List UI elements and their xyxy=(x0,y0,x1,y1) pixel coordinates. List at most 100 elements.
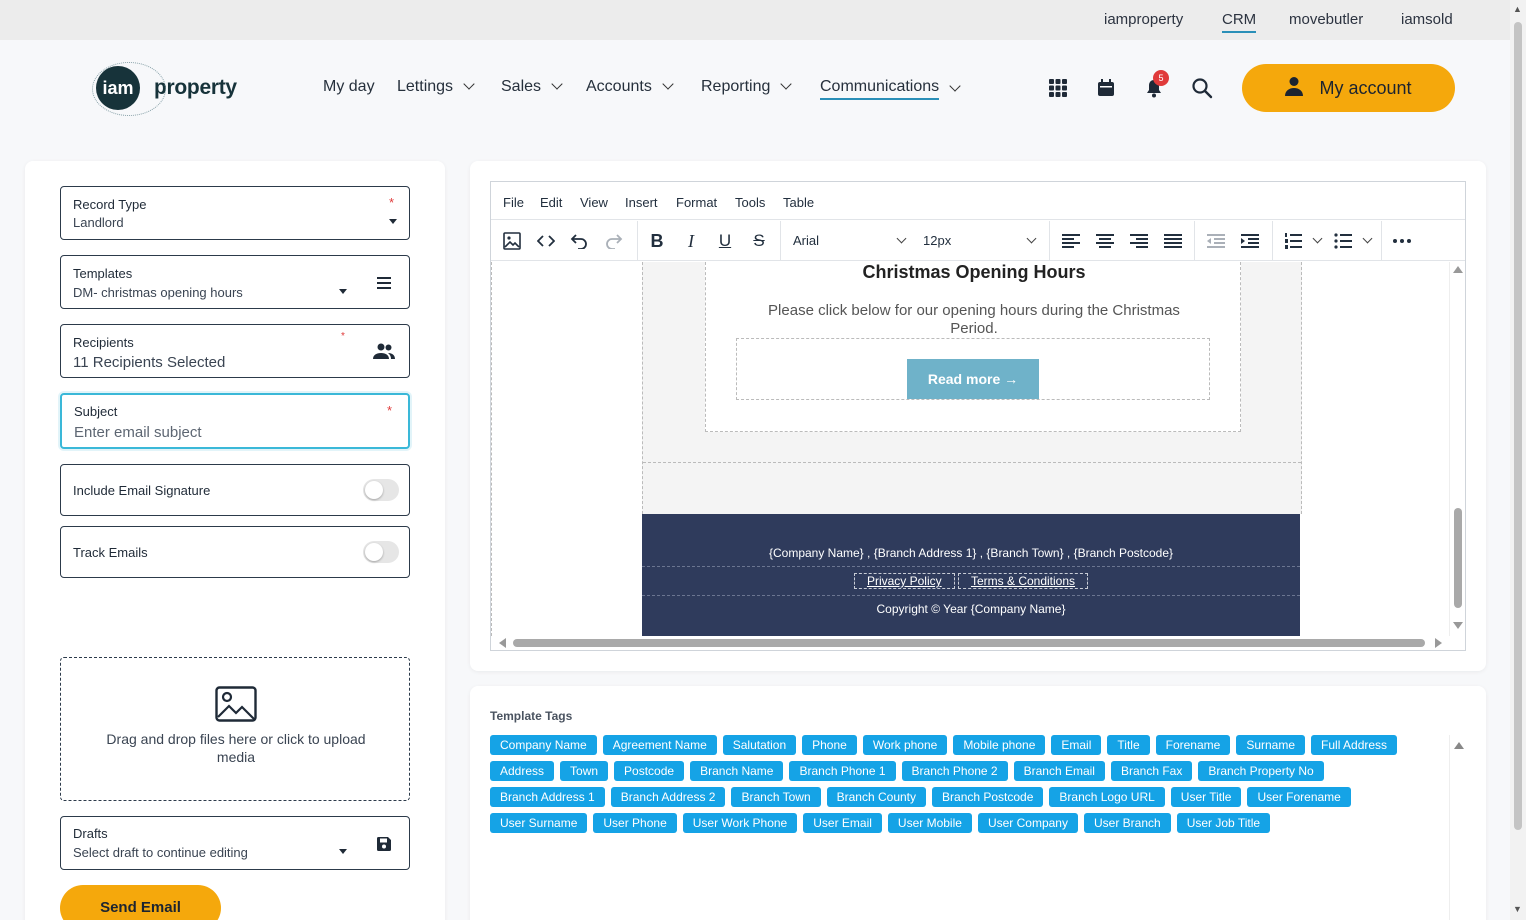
bullet-list-icon[interactable] xyxy=(1331,229,1355,253)
menu-format[interactable]: Format xyxy=(676,195,717,210)
template-tag[interactable]: Branch Address 1 xyxy=(490,787,605,807)
template-tag[interactable]: Branch County xyxy=(826,787,927,807)
template-tag[interactable]: User Branch xyxy=(1083,813,1171,833)
italic-icon[interactable]: I xyxy=(679,229,703,253)
menu-insert[interactable]: Insert xyxy=(625,195,658,210)
templates-select[interactable]: Templates DM- christmas opening hours xyxy=(60,255,410,309)
template-tag[interactable]: User Title xyxy=(1170,787,1242,807)
link-crm[interactable]: CRM xyxy=(1222,11,1257,33)
strikethrough-icon[interactable]: S xyxy=(747,229,771,253)
template-tag[interactable]: Branch Phone 1 xyxy=(789,761,896,781)
align-left-icon[interactable] xyxy=(1059,229,1083,253)
include-signature-toggle[interactable] xyxy=(363,479,399,501)
apps-grid-icon[interactable] xyxy=(1046,76,1070,100)
bold-icon[interactable]: B xyxy=(645,229,669,253)
nav-my-day[interactable]: My day xyxy=(323,78,375,96)
menu-edit[interactable]: Edit xyxy=(540,195,562,210)
template-tag[interactable]: Company Name xyxy=(490,735,597,755)
scroll-left-icon[interactable] xyxy=(499,638,506,648)
align-justify-icon[interactable] xyxy=(1161,229,1185,253)
underline-icon[interactable]: U xyxy=(713,229,737,253)
send-email-button[interactable]: Send Email xyxy=(60,885,221,920)
font-family-select[interactable]: Arial xyxy=(793,233,819,248)
template-tag[interactable]: Branch Property No xyxy=(1198,761,1324,781)
template-tag[interactable]: User Work Phone xyxy=(682,813,798,833)
template-tag[interactable]: User Company xyxy=(977,813,1078,833)
template-tag[interactable]: Branch Logo URL xyxy=(1049,787,1165,807)
nav-sales[interactable]: Sales xyxy=(501,78,563,96)
tags-scrollbar[interactable] xyxy=(1449,735,1450,920)
template-tag[interactable]: User Forename xyxy=(1247,787,1351,807)
people-icon[interactable] xyxy=(373,343,395,364)
numbered-list-icon[interactable] xyxy=(1281,229,1305,253)
menu-file[interactable]: File xyxy=(503,195,524,210)
scroll-up-icon[interactable]: ▲ xyxy=(1513,4,1522,14)
save-icon[interactable] xyxy=(377,837,391,856)
template-tag[interactable]: Email xyxy=(1051,735,1102,755)
scrollbar-thumb[interactable] xyxy=(1514,22,1522,830)
editor-horizontal-scrollbar[interactable] xyxy=(491,636,1449,650)
menu-view[interactable]: View xyxy=(580,195,608,210)
source-code-icon[interactable] xyxy=(534,229,558,253)
template-tag[interactable]: Work phone xyxy=(862,735,948,755)
scroll-down-icon[interactable]: ▼ xyxy=(1513,904,1522,914)
template-tag[interactable]: User Phone xyxy=(593,813,677,833)
scroll-down-icon[interactable] xyxy=(1453,622,1463,629)
more-icon[interactable] xyxy=(1390,229,1414,253)
template-tag[interactable]: User Surname xyxy=(490,813,588,833)
redo-icon[interactable] xyxy=(602,229,626,253)
my-account-button[interactable]: My account xyxy=(1242,64,1455,112)
template-tag[interactable]: Full Address xyxy=(1311,735,1398,755)
editor-canvas[interactable]: Christmas Opening Hours Please click bel… xyxy=(491,262,1449,636)
list-icon[interactable] xyxy=(377,276,391,294)
template-tag[interactable]: User Mobile xyxy=(887,813,972,833)
template-tag[interactable]: Address xyxy=(490,761,555,781)
template-tag[interactable]: Surname xyxy=(1236,735,1306,755)
subject-field[interactable]: Subject * Enter email subject xyxy=(60,393,410,449)
template-tag[interactable]: Branch Town xyxy=(731,787,821,807)
outdent-icon[interactable] xyxy=(1204,229,1228,253)
link-iamproperty[interactable]: iamproperty xyxy=(1104,11,1183,28)
recipients-field[interactable]: Recipients * 11 Recipients Selected xyxy=(60,324,410,378)
align-center-icon[interactable] xyxy=(1093,229,1117,253)
record-type-select[interactable]: Record Type * Landlord xyxy=(60,186,410,240)
template-tag[interactable]: Title xyxy=(1107,735,1150,755)
template-tag[interactable]: User Job Title xyxy=(1176,813,1271,833)
template-tag[interactable]: Branch Phone 2 xyxy=(901,761,1008,781)
nav-communications[interactable]: Communications xyxy=(820,78,961,100)
calendar-icon[interactable] xyxy=(1094,76,1118,100)
media-dropzone[interactable]: Drag and drop files here or click to upl… xyxy=(60,657,410,801)
terms-link[interactable]: Terms & Conditions xyxy=(957,573,1089,589)
template-tag[interactable]: Mobile phone xyxy=(953,735,1046,755)
menu-tools[interactable]: Tools xyxy=(735,195,765,210)
template-tag[interactable]: Branch Fax xyxy=(1110,761,1193,781)
insert-image-icon[interactable] xyxy=(500,229,524,253)
template-tag[interactable]: Agreement Name xyxy=(602,735,717,755)
link-movebutler[interactable]: movebutler xyxy=(1289,11,1363,28)
template-tag[interactable]: Branch Email xyxy=(1013,761,1105,781)
subject-input[interactable]: Enter email subject xyxy=(74,424,202,441)
read-more-button[interactable]: Read more → xyxy=(907,359,1039,399)
scroll-up-icon[interactable] xyxy=(1454,742,1464,749)
scrollbar-thumb[interactable] xyxy=(513,639,1425,647)
template-tag[interactable]: Branch Postcode xyxy=(932,787,1044,807)
indent-icon[interactable] xyxy=(1238,229,1262,253)
nav-reporting[interactable]: Reporting xyxy=(701,78,793,96)
nav-lettings[interactable]: Lettings xyxy=(397,78,475,96)
editor-vertical-scrollbar[interactable] xyxy=(1449,262,1465,636)
menu-table[interactable]: Table xyxy=(783,195,814,210)
template-tag[interactable]: User Email xyxy=(803,813,882,833)
nav-accounts[interactable]: Accounts xyxy=(586,78,674,96)
link-iamsold[interactable]: iamsold xyxy=(1401,11,1453,28)
template-tag[interactable]: Branch Name xyxy=(690,761,784,781)
template-tag[interactable]: Town xyxy=(560,761,609,781)
page-scrollbar[interactable]: ▲ ▼ xyxy=(1510,0,1526,920)
search-icon[interactable] xyxy=(1190,76,1214,100)
scroll-right-icon[interactable] xyxy=(1435,638,1442,648)
align-right-icon[interactable] xyxy=(1127,229,1151,253)
template-tag[interactable]: Forename xyxy=(1155,735,1231,755)
track-emails-toggle[interactable] xyxy=(363,541,399,563)
scroll-up-icon[interactable] xyxy=(1453,266,1463,273)
undo-icon[interactable] xyxy=(567,229,591,253)
drafts-select[interactable]: Drafts Select draft to continue editing xyxy=(60,816,410,870)
